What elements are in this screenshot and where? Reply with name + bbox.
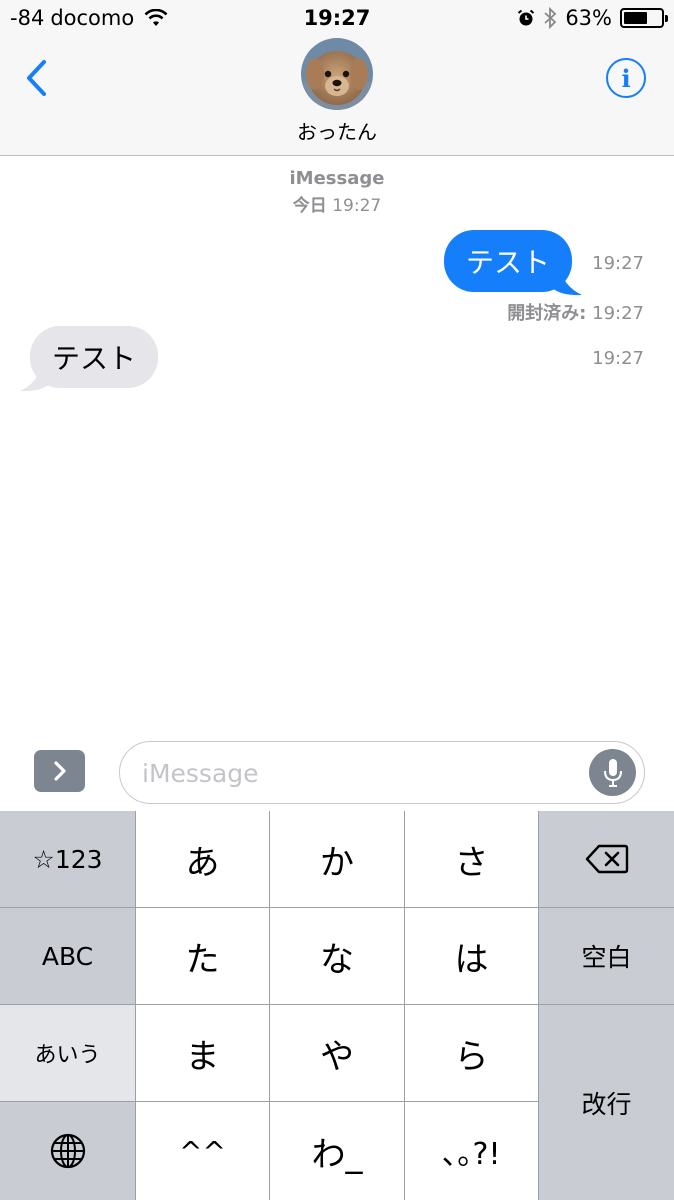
key-kaomoji[interactable]: ^^ [136,1102,269,1200]
key-numbers-mode[interactable]: ☆123 [0,811,135,907]
message-bubble-incoming[interactable]: テスト [30,326,158,388]
globe-icon [50,1133,85,1169]
battery-fill [624,12,647,24]
back-button[interactable] [18,56,54,100]
app-drawer-button[interactable] [34,750,85,792]
key-space[interactable]: 空白 [539,908,674,1004]
info-button[interactable]: i [606,58,646,98]
key-ta[interactable]: た [136,908,269,1004]
key-na[interactable]: な [270,908,404,1004]
message-bubble-outgoing[interactable]: テスト [444,230,572,292]
key-return[interactable]: 改行 [539,1005,674,1200]
conversation-header: おったん i [0,38,674,156]
key-ra[interactable]: ら [405,1005,538,1101]
service-label: iMessage [289,168,385,189]
message-time: 19:27 [592,348,644,369]
status-right: 63% [517,6,668,30]
message-time: 19:27 [592,253,644,274]
microphone-icon [603,758,622,787]
kana-keyboard: ☆123 あ か さ ABC た な は 空白 あいう ま や ら 改行 ^^ … [0,811,674,1200]
chevron-right-icon [53,761,66,781]
message-text: テスト [465,246,550,279]
key-ha[interactable]: は [405,908,538,1004]
battery-percent: 63% [565,6,612,30]
key-punctuation[interactable]: ､｡?! [405,1102,538,1200]
key-ya[interactable]: や [270,1005,404,1101]
date-time: 19:27 [332,196,382,216]
key-wa[interactable]: わ_ [270,1102,404,1200]
backspace-icon [585,844,628,874]
message-input[interactable] [142,754,582,792]
battery-icon [620,8,668,28]
message-input-container [119,741,645,804]
key-ma[interactable]: ま [136,1005,269,1101]
chevron-left-icon [27,60,46,96]
timestamp-header: 今日 19:27 [0,191,674,216]
read-receipt-time: 19:27 [592,303,644,324]
message-text: テスト [51,342,136,375]
key-a[interactable]: あ [136,811,269,907]
status-bar: -84 docomo 19:27 63% [0,0,674,38]
key-abc-mode[interactable]: ABC [0,908,135,1004]
date-day: 今日 [292,196,327,216]
key-ka[interactable]: か [270,811,404,907]
key-globe[interactable] [0,1102,135,1200]
key-sa[interactable]: さ [405,811,538,907]
info-icon: i [621,63,631,93]
read-receipt-label: 開封済み: [507,303,587,324]
key-delete[interactable] [539,811,674,907]
bluetooth-icon [543,7,557,29]
contact-avatar[interactable] [301,38,373,110]
dictation-button[interactable] [589,749,636,796]
contact-name[interactable]: おったん [0,116,674,145]
read-receipt: 開封済み: 19:27 [507,299,644,325]
key-kana-mode[interactable]: あいう [0,1005,135,1101]
alarm-icon [517,9,535,27]
